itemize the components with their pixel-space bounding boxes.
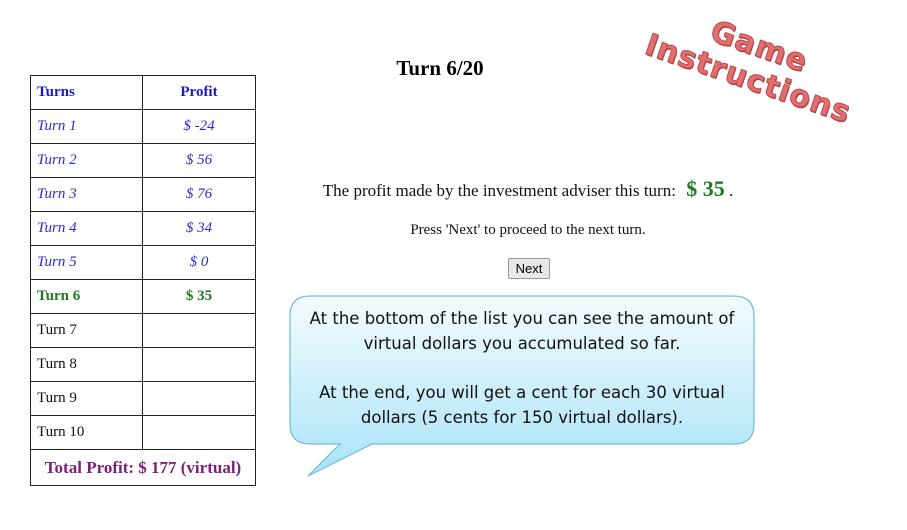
callout-text: At the bottom of the list you can see th… <box>300 306 744 430</box>
callout-paragraph-1: At the bottom of the list you can see th… <box>309 309 735 353</box>
callout-paragraph-2: At the end, you will get a cent for each… <box>319 383 725 427</box>
